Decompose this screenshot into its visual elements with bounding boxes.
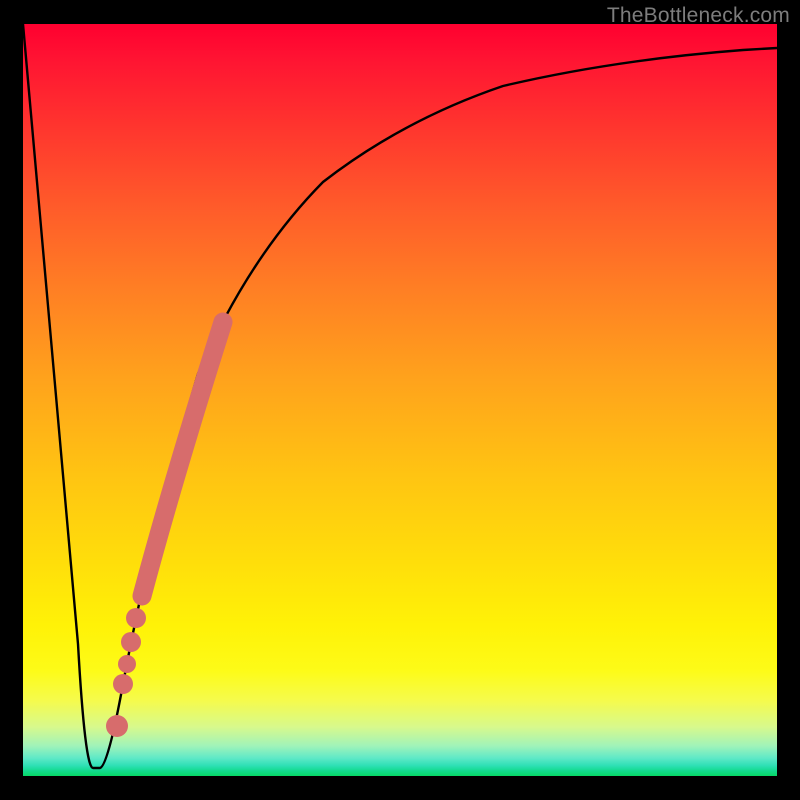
marker-dot — [113, 674, 133, 694]
marker-dot — [106, 715, 128, 737]
marker-dot — [121, 632, 141, 652]
plot-area — [23, 24, 777, 776]
chart-frame: TheBottleneck.com — [0, 0, 800, 800]
curve-svg — [23, 24, 777, 776]
marker-dot — [118, 655, 136, 673]
bottleneck-curve — [23, 24, 777, 768]
data-band — [142, 322, 223, 596]
marker-dot — [126, 608, 146, 628]
attribution-text: TheBottleneck.com — [607, 4, 790, 28]
